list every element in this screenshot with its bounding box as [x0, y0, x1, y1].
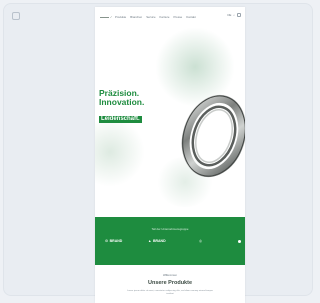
menu-icon[interactable]	[237, 13, 241, 17]
group-band: Teil der Unternehmensgruppe ⚙ BRAND ▲ BR…	[95, 217, 245, 265]
section-eyebrow: Willkommen	[162, 274, 178, 277]
nav-item[interactable]: Karriere	[160, 15, 170, 19]
group-logo[interactable]: ◎	[199, 239, 202, 243]
hero-line-3: Leidenschaft.	[99, 116, 142, 123]
section-title: Unsere Produkte	[147, 280, 192, 286]
section-text: Lorem ipsum dolor sit amet, consetetur s…	[127, 290, 213, 295]
hero-headline: Präzision. Innovation. Leidenschaft.	[99, 89, 144, 125]
site-header: ▬▬▬ ✓ Produkte Branchen Service Karriere…	[95, 7, 245, 24]
main-nav: Produkte Branchen Service Karriere Press…	[115, 15, 196, 19]
mountain-icon: ▲	[148, 239, 152, 243]
nav-item[interactable]: Presse	[173, 15, 182, 19]
search-icon[interactable]: ⌕	[233, 13, 235, 17]
nav-item[interactable]: Service	[146, 15, 155, 19]
nav-item[interactable]: Produkte	[115, 15, 126, 19]
bearing-ring-image	[181, 94, 245, 178]
band-caption: Teil der Unternehmensgruppe	[151, 227, 189, 231]
header-tools: DE ⌕	[228, 13, 241, 17]
language-switch[interactable]: DE	[228, 13, 232, 17]
group-logo[interactable]: ▲ BRAND	[148, 239, 166, 243]
preview-card: ▬▬▬ ✓ Produkte Branchen Service Karriere…	[3, 3, 313, 303]
group-logo[interactable]: ⚙ BRAND	[105, 239, 122, 243]
website-preview[interactable]: ▬▬▬ ✓ Produkte Branchen Service Karriere…	[95, 7, 245, 303]
nav-item[interactable]: Kontakt	[186, 15, 196, 19]
carousel-dot[interactable]	[238, 240, 241, 243]
globe-icon: ◎	[199, 239, 203, 243]
square-icon	[12, 12, 20, 20]
gear-icon: ⚙	[105, 239, 109, 243]
background-glow	[95, 117, 145, 187]
site-logo[interactable]: ▬▬▬ ✓	[100, 15, 112, 19]
hero-line-2: Innovation.	[99, 97, 145, 107]
nav-item[interactable]: Branchen	[130, 15, 142, 19]
